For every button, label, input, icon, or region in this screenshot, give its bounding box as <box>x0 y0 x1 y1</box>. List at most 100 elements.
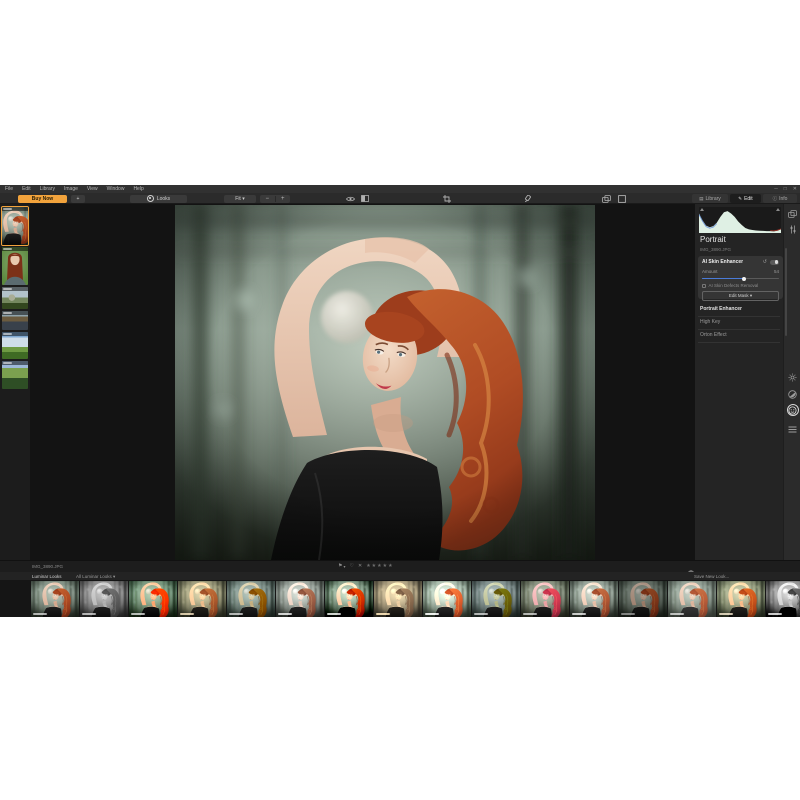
looks-collection-dropdown[interactable]: All Luminar Looks ▾ <box>76 574 115 580</box>
buy-now-button[interactable]: Buy Now <box>18 195 67 203</box>
sidebar-thumbnail[interactable] <box>2 287 28 309</box>
menu-view[interactable]: View <box>87 185 98 193</box>
tab-info-label: Info <box>779 196 787 202</box>
look-preset-thumbnail[interactable] <box>129 581 177 617</box>
edit-panel: Portrait IMG_3890.JPG AI Skin Enhancer ↺… <box>695 204 783 560</box>
menu-help[interactable]: Help <box>133 185 143 193</box>
looks-bar-title: Luminar Looks <box>32 574 62 579</box>
rating-controls: ⚑ ▾ ♡ ✕ ★★★★★ <box>338 563 394 569</box>
looks-button-label: Looks <box>157 196 170 202</box>
luminar-looks-bar: Luminar Looks All Luminar Looks ▾ Save N… <box>0 572 800 580</box>
zoom-fit-dropdown[interactable]: Fit ▾ <box>224 195 256 203</box>
section-high-key[interactable]: High Key <box>700 319 720 325</box>
look-preset-thumbnail[interactable] <box>374 581 422 617</box>
edit-mask-button[interactable]: Edit Mask ▾ <box>702 291 779 301</box>
layers-panel-icon[interactable] <box>601 195 612 202</box>
filmstrip-sidebar <box>0 204 30 560</box>
divider <box>698 316 780 317</box>
panel-title: Portrait <box>700 235 726 244</box>
look-preset-thumbnail[interactable] <box>80 581 128 617</box>
canvas-size-icon[interactable] <box>616 195 627 202</box>
menu-edit[interactable]: Edit <box>22 185 31 193</box>
look-preset-thumbnail[interactable] <box>31 581 79 617</box>
professional-category-icon[interactable] <box>787 424 798 435</box>
portrait-category-icon[interactable] <box>787 405 798 416</box>
look-preset-thumbnail[interactable] <box>276 581 324 617</box>
adjustments-sliders-icon[interactable] <box>787 224 798 235</box>
looks-panel-button[interactable]: Looks <box>130 195 187 203</box>
sidebar-thumbnail[interactable] <box>2 311 28 330</box>
look-preset-thumbnail[interactable] <box>521 581 569 617</box>
look-preset-thumbnail[interactable] <box>717 581 765 617</box>
library-grid-icon: ▤ <box>699 194 703 203</box>
defects-removal-label: AI Skin Defects Removal <box>709 283 759 288</box>
look-preset-thumbnail[interactable] <box>227 581 275 617</box>
layers-icon[interactable] <box>787 208 798 219</box>
histogram[interactable] <box>699 207 781 233</box>
section-orton-effect[interactable]: Orton Effect <box>700 332 727 338</box>
look-preset-thumbnail[interactable] <box>668 581 716 617</box>
panel-filename: IMG_3890.JPG <box>700 247 731 252</box>
panel-scrollbar[interactable] <box>785 248 787 336</box>
maximize-button[interactable]: □ <box>784 185 787 193</box>
add-photos-button[interactable]: + <box>71 195 85 203</box>
amount-label: Amount <box>702 269 774 274</box>
look-preset-thumbnail[interactable] <box>178 581 226 617</box>
highlight-clipping-indicator[interactable] <box>776 208 780 211</box>
info-icon: ⓘ <box>773 194 778 203</box>
sidebar-thumbnail[interactable] <box>2 207 28 245</box>
reject-x-icon[interactable]: ✕ <box>358 563 362 569</box>
tab-edit-label: Edit <box>744 196 753 202</box>
save-new-look-button[interactable]: Save New Look... <box>694 574 729 579</box>
look-preset-thumbnail[interactable] <box>619 581 667 617</box>
shadow-clipping-indicator[interactable] <box>700 208 704 211</box>
close-button[interactable]: ✕ <box>793 185 797 193</box>
sidebar-thumbnail[interactable] <box>2 332 28 359</box>
main-photo <box>175 205 595 560</box>
menu-bar: File Edit Library Image View Window Help… <box>0 185 800 193</box>
flag-picker[interactable]: ⚑ <box>338 563 342 569</box>
amount-slider[interactable] <box>702 277 779 281</box>
tab-info[interactable]: ⓘ Info <box>763 194 797 203</box>
tab-library-label: Library <box>705 196 720 202</box>
edit-pencil-icon: ✎ <box>738 194 742 203</box>
zoom-out-button[interactable]: − <box>260 195 275 203</box>
defects-removal-checkbox[interactable] <box>702 284 706 288</box>
look-preset-thumbnail[interactable] <box>570 581 618 617</box>
crop-tool-icon[interactable] <box>441 195 452 202</box>
reset-icon[interactable]: ↺ <box>763 259 767 265</box>
divider <box>698 329 780 330</box>
compare-before-after-icon[interactable] <box>359 195 370 202</box>
minimize-button[interactable]: ─ <box>774 185 778 193</box>
zoom-buttons: − + <box>260 195 290 203</box>
amount-value: 54 <box>774 269 779 274</box>
edit-mask-brush-icon[interactable] <box>522 195 533 202</box>
filter-toggle[interactable] <box>770 260 779 265</box>
look-preset-thumbnail[interactable] <box>423 581 471 617</box>
quick-preview-eye-icon[interactable] <box>345 195 356 202</box>
looks-icon <box>147 195 154 202</box>
tab-library[interactable]: ▤ Library <box>692 194 728 203</box>
zoom-in-button[interactable]: + <box>276 195 291 203</box>
status-bar: IMG_3890.JPG ⚑ ▾ ♡ ✕ ★★★★★ <box>0 560 800 572</box>
tool-category-strip <box>783 204 800 560</box>
menu-file[interactable]: File <box>5 185 13 193</box>
tab-edit[interactable]: ✎ Edit <box>730 194 761 203</box>
ai-skin-enhancer-card: AI Skin Enhancer ↺ Amount 54 AI Skin Def… <box>698 256 783 299</box>
look-preset-thumbnail[interactable] <box>766 581 800 617</box>
star-rating[interactable]: ★★★★★ <box>366 563 393 569</box>
menu-window[interactable]: Window <box>107 185 125 193</box>
look-preset-thumbnail[interactable] <box>472 581 520 617</box>
menu-image[interactable]: Image <box>64 185 78 193</box>
sidebar-thumbnail[interactable] <box>2 247 28 285</box>
look-preset-thumbnail[interactable] <box>325 581 373 617</box>
creative-category-icon[interactable] <box>787 389 798 400</box>
sidebar-thumbnail[interactable] <box>2 361 28 389</box>
essentials-category-icon[interactable] <box>787 372 798 383</box>
image-canvas[interactable]: Image Processing... <box>30 204 695 560</box>
menu-library[interactable]: Library <box>40 185 55 193</box>
slider-knob[interactable] <box>742 277 746 281</box>
flag-caret-icon[interactable]: ▾ <box>343 564 345 569</box>
section-portrait-enhancer[interactable]: Portrait Enhancer <box>700 306 742 312</box>
favorite-heart-icon[interactable]: ♡ <box>350 563 354 569</box>
